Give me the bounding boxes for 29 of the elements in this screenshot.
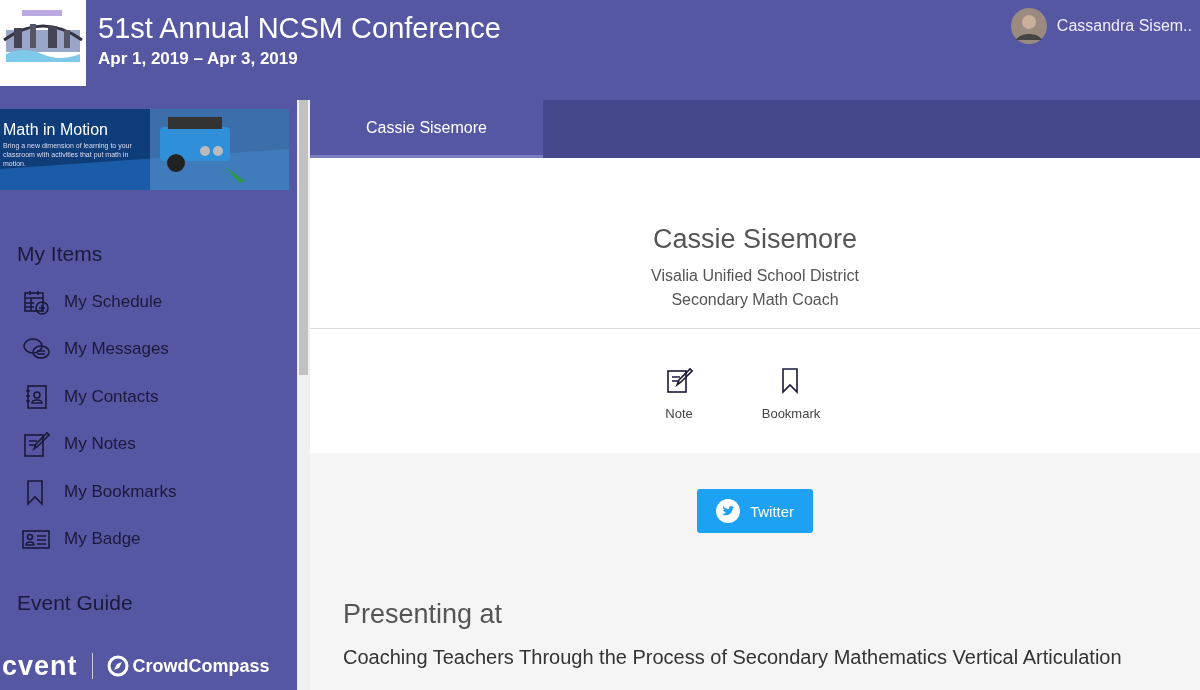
sidebar-item[interactable]: My Messages — [0, 325, 297, 373]
sidebar-item[interactable]: My Notes — [0, 420, 297, 468]
section-heading: Event Guide — [16, 591, 134, 615]
user-name[interactable]: Cassandra Sisem.. — [1056, 17, 1192, 35]
section-heading: Presenting at — [342, 598, 504, 630]
session-link[interactable]: Coaching Teachers Through the Process of Secondary Mathematics Vertical Articulation — [310, 630, 1200, 669]
job-title: Secondary Math Coach — [671, 291, 839, 309]
banner-title: Math in Motion — [3, 121, 109, 139]
twitter-button[interactable]: Twitter — [697, 489, 813, 533]
sidebar-item[interactable]: My Schedule — [0, 278, 297, 326]
bird-icon — [715, 499, 740, 523]
section-heading: My Items — [16, 242, 104, 266]
notes-icon — [22, 430, 50, 459]
conference-dates: Apr 1, 2019 – Apr 3, 2019 — [98, 49, 299, 69]
sidebar-item[interactable]: My Badge — [0, 515, 297, 563]
action-button[interactable]: Note — [647, 365, 711, 453]
sidebar-item[interactable]: My Contacts — [0, 373, 297, 421]
organization: Visalia Unified School District — [651, 267, 859, 285]
compass-icon — [106, 655, 129, 677]
conference-title: 51st Annual NCSM Conference — [98, 12, 502, 45]
sidebar-item[interactable]: My Bookmarks — [0, 468, 297, 516]
tab[interactable]: Cassie Sisemore — [310, 100, 543, 158]
scrollbar-thumb[interactable] — [299, 100, 308, 375]
action-button[interactable]: Bookmark — [759, 365, 823, 453]
brand-logo: CrowdCompass — [132, 655, 270, 677]
notes-icon — [665, 366, 693, 394]
profile-name: Cassie Sisemore — [652, 224, 858, 255]
brand-logo: cvent — [2, 650, 78, 682]
avatar-icon[interactable] — [1010, 8, 1047, 44]
